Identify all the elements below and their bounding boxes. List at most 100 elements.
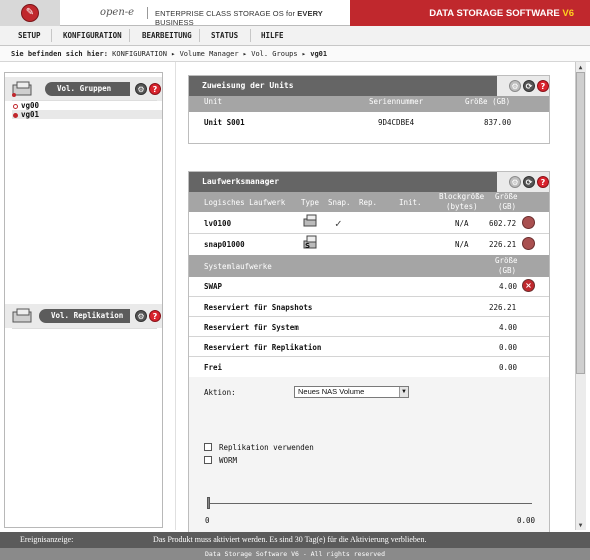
worm-checkbox[interactable] [204, 456, 212, 464]
slider-max-label: 0.00 [517, 516, 536, 525]
gear-icon[interactable]: ⚙ [509, 176, 521, 188]
tagline: ENTERPRISE CLASS STORAGE OS for EVERY BU… [155, 9, 323, 27]
drive-size: 602.72 [489, 219, 517, 228]
col-snap: Snap. [328, 198, 351, 207]
system-drive-size: 4.00 [499, 323, 518, 332]
volume-replication-header: Vol. Replikation ⚙ ? [5, 304, 162, 328]
unit-size: 837.00 [484, 118, 512, 127]
tree-node-icon [13, 103, 18, 109]
delete-drive-button[interactable] [522, 216, 535, 229]
system-size-label: Größe [495, 256, 518, 265]
left-panel: Vol. Gruppen ⚙ ? vg00 vg01 Vol. Replikat… [4, 72, 163, 528]
logo-area: ✎ [0, 0, 60, 26]
gear-icon[interactable]: ⚙ [509, 80, 521, 92]
nas-volume-icon [303, 214, 317, 227]
gear-icon[interactable]: ⚙ [135, 83, 147, 95]
col-serial: Seriennummer [369, 97, 424, 106]
main-nav: SETUP KONFIGURATION BEARBEITUNG STATUS H… [0, 26, 590, 46]
product-title: DATA STORAGE SOFTWARE V6 [350, 0, 590, 26]
scrollbar-thumb[interactable] [576, 72, 585, 374]
size-slider-handle[interactable] [207, 497, 210, 509]
units-panel: Zuweisung der Units ⚙ ⟳ ? Unit Seriennum… [188, 75, 550, 144]
delete-drive-button[interactable] [522, 237, 535, 250]
divider [12, 328, 157, 329]
nav-divider [199, 29, 200, 42]
units-panel-title: Zuweisung der Units [189, 76, 549, 96]
status-message: Das Produkt muss aktiviert werden. Es si… [153, 535, 427, 544]
replication-icon [12, 308, 32, 323]
logical-drive-name: lv0100 [204, 219, 232, 228]
unit-serial: 9D4CDBE4 [378, 118, 415, 127]
action-select[interactable]: Neues NAS Volume ▼ [294, 386, 409, 398]
nav-hilfe[interactable]: HILFE [261, 26, 284, 45]
system-drive-size: 226.21 [489, 303, 517, 312]
row-divider [189, 316, 549, 317]
refresh-icon[interactable]: ⟳ [523, 176, 535, 188]
nav-divider [51, 29, 52, 42]
status-bar: Ereignisanzeige: Das Produkt muss aktivi… [0, 532, 590, 548]
gear-icon[interactable]: ⚙ [135, 310, 147, 322]
status-label: Ereignisanzeige: [20, 535, 74, 544]
tree-item-vg01[interactable]: vg01 [12, 110, 162, 119]
help-icon[interactable]: ? [537, 80, 549, 92]
system-drive-name: Reserviert für System [204, 323, 299, 332]
help-icon[interactable]: ? [537, 176, 549, 188]
scroll-up-icon[interactable]: ▲ [576, 63, 585, 72]
system-drive-name: Frei [204, 363, 223, 372]
row-divider [189, 356, 549, 357]
col-init: Init. [399, 198, 422, 207]
col-unit: Unit [204, 97, 223, 106]
system-drives-title: Systemlaufwerke [204, 262, 272, 271]
col-size: Größe (GB) [465, 97, 511, 106]
col-drive-size-unit: (GB) [498, 202, 517, 211]
wrench-logo-icon[interactable]: ✎ [21, 4, 39, 22]
size-slider-track[interactable] [207, 503, 532, 504]
app-header: ✎ open-e ENTERPRISE CLASS STORAGE OS for… [0, 0, 590, 27]
block-size: N/A [455, 240, 469, 249]
nav-divider [250, 29, 251, 42]
help-icon[interactable]: ? [149, 83, 161, 95]
breadcrumb-current[interactable]: vg01 [310, 50, 327, 58]
drive-manager-title: Laufwerksmanager [189, 172, 549, 192]
row-divider [189, 336, 549, 337]
nav-status[interactable]: STATUS [211, 26, 238, 45]
vol-replication-title: Vol. Replikation [39, 309, 130, 323]
nav-konfiguration[interactable]: KONFIGURATION [63, 26, 122, 45]
col-rep: Rep. [359, 198, 378, 207]
chevron-down-icon: ▼ [399, 387, 408, 397]
nav-divider [129, 29, 130, 42]
replication-checkbox[interactable] [204, 443, 212, 451]
close-icon[interactable]: × [522, 279, 535, 292]
brand-name: open-e [100, 7, 135, 18]
refresh-icon[interactable]: ⟳ [523, 80, 535, 92]
block-size: N/A [455, 219, 469, 228]
panel-controls: ⚙ ⟳ ? [497, 76, 549, 96]
unit-name: Unit S001 [204, 118, 245, 127]
brand-divider [147, 7, 148, 19]
nav-bearbeitung[interactable]: BEARBEITUNG [142, 26, 192, 45]
col-block: Blockgröße [439, 192, 485, 201]
tree-item-vg00[interactable]: vg00 [13, 101, 39, 110]
breadcrumb: Sie befinden sich hier: KONFIGURATION ▸ … [0, 46, 590, 62]
row-divider [189, 296, 549, 297]
col-block-unit: (bytes) [446, 202, 478, 211]
drive-manager-panel: Laufwerksmanager ⚙ ⟳ ? Logisches Laufwer… [188, 171, 550, 541]
system-drive-size: 0.00 [499, 363, 518, 372]
action-form [189, 377, 549, 540]
svg-text:S: S [305, 242, 310, 250]
system-drive-size: 4.00 [499, 282, 518, 291]
row-divider [189, 233, 549, 234]
nav-setup[interactable]: SETUP [18, 26, 41, 45]
col-type: Type [301, 198, 320, 207]
system-drive-name: Reserviert für Snapshots [204, 303, 313, 312]
scroll-down-icon[interactable]: ▼ [576, 521, 585, 530]
volume-group-icon [12, 81, 32, 97]
help-icon[interactable]: ? [149, 310, 161, 322]
action-label: Aktion: [204, 388, 236, 397]
tree-node-icon [13, 112, 18, 118]
vol-groups-title: Vol. Gruppen [45, 82, 130, 96]
col-logical: Logisches Laufwerk [204, 198, 286, 207]
panel-controls: ⚙ ⟳ ? [497, 172, 549, 192]
volume-groups-header: Vol. Gruppen ⚙ ? [5, 77, 162, 101]
system-drive-name: Reserviert für Replikation [204, 343, 322, 352]
